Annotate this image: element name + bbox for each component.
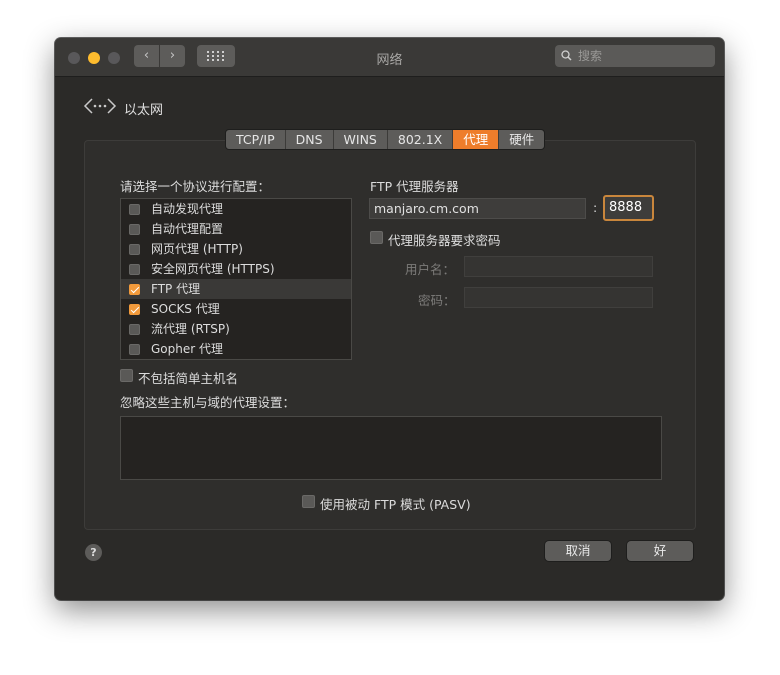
username-label: 用户名： (405, 262, 456, 277)
port-separator: : (593, 200, 598, 215)
tab-hardware[interactable]: 硬件 (499, 130, 544, 149)
list-item-rtsp-proxy[interactable]: 流代理 (RTSP) (121, 319, 351, 339)
ok-button[interactable]: 好 (627, 541, 693, 561)
list-item-https-proxy[interactable]: 安全网页代理 (HTTPS) (121, 259, 351, 279)
list-item-ftp-proxy[interactable]: FTP 代理 (121, 279, 351, 299)
exclude-simple-hostnames-checkbox[interactable] (120, 369, 133, 382)
pasv-checkbox[interactable] (302, 495, 315, 508)
tab-dns[interactable]: DNS (286, 130, 334, 149)
exclude-simple-hostnames-label: 不包括简单主机名 (138, 371, 239, 386)
list-item-socks-proxy[interactable]: SOCKS 代理 (121, 299, 351, 319)
list-item-label: FTP 代理 (151, 282, 201, 296)
list-item-label: 流代理 (RTSP) (151, 322, 230, 336)
title-bar: ‹ › 网络 搜索 (55, 38, 724, 77)
requires-password-label: 代理服务器要求密码 (388, 233, 501, 248)
requires-password-checkbox[interactable] (370, 231, 383, 244)
checkbox-http-proxy[interactable] (129, 244, 140, 255)
search-placeholder: 搜索 (578, 49, 603, 63)
list-item-label: SOCKS 代理 (151, 302, 220, 316)
ftp-server-input[interactable]: manjaro.cm.com (369, 198, 586, 219)
list-item-http-proxy[interactable]: 网页代理 (HTTP) (121, 239, 351, 259)
checkbox-socks-proxy[interactable] (129, 304, 140, 315)
checkbox-auto-discovery[interactable] (129, 204, 140, 215)
tab-tcpip[interactable]: TCP/IP (226, 130, 286, 149)
list-item-label: 自动代理配置 (151, 222, 224, 236)
list-item-auto-proxy-config[interactable]: 自动代理配置 (121, 219, 351, 239)
list-item-auto-discovery[interactable]: 自动发现代理 (121, 199, 351, 219)
ftp-port-input[interactable]: 8888 (603, 195, 654, 221)
cancel-button[interactable]: 取消 (545, 541, 611, 561)
bypass-hosts-textarea[interactable] (120, 416, 662, 480)
list-item-label: 安全网页代理 (HTTPS) (151, 262, 275, 276)
protocol-list[interactable]: 自动发现代理 自动代理配置 网页代理 (HTTP) 安全网页代理 (HTTPS)… (120, 198, 352, 360)
ftp-server-heading: FTP 代理服务器 (370, 179, 459, 194)
password-label: 密码： (418, 293, 456, 308)
checkbox-rtsp-proxy[interactable] (129, 324, 140, 335)
username-input[interactable] (464, 256, 653, 277)
help-button[interactable]: ? (85, 544, 102, 561)
list-item-label: 网页代理 (HTTP) (151, 242, 243, 256)
bypass-heading: 忽略这些主机与域的代理设置： (120, 395, 296, 410)
list-item-gopher-proxy[interactable]: Gopher 代理 (121, 339, 351, 359)
list-item-label: 自动发现代理 (151, 202, 224, 216)
ethernet-icon (83, 98, 117, 114)
search-icon (561, 45, 572, 68)
checkbox-gopher-proxy[interactable] (129, 344, 140, 355)
tab-bar: TCP/IP DNS WINS 802.1X 代理 硬件 (225, 129, 546, 150)
pasv-label: 使用被动 FTP 模式 (PASV) (320, 497, 471, 512)
network-preferences-window: ‹ › 网络 搜索 以太网 TCP/IP DNS WINS 802.1X 代理 … (55, 38, 724, 600)
tab-proxies[interactable]: 代理 (453, 130, 500, 149)
checkbox-https-proxy[interactable] (129, 264, 140, 275)
interface-name: 以太网 (124, 103, 164, 118)
protocol-list-heading: 请选择一个协议进行配置： (120, 179, 271, 194)
tab-8021x[interactable]: 802.1X (388, 130, 454, 149)
checkbox-ftp-proxy[interactable] (129, 284, 140, 295)
tab-wins[interactable]: WINS (334, 130, 388, 149)
checkbox-auto-proxy-config[interactable] (129, 224, 140, 235)
list-item-label: Gopher 代理 (151, 342, 223, 356)
search-field[interactable]: 搜索 (555, 45, 715, 67)
password-input[interactable] (464, 287, 653, 308)
